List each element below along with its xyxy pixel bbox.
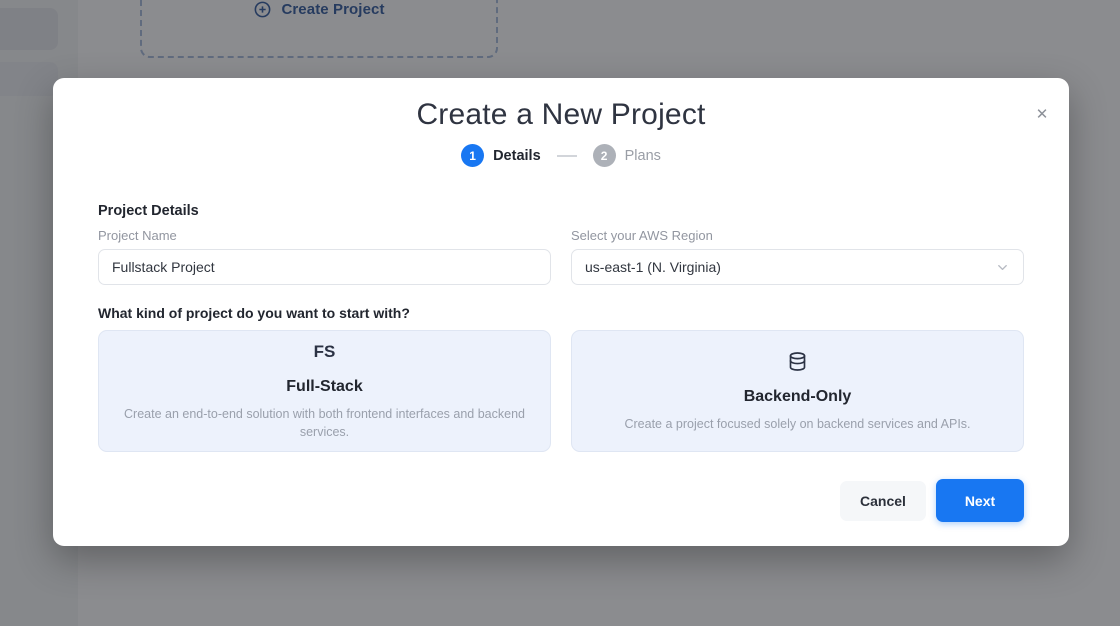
step-2-label: Plans [625,148,661,164]
field-grid: Project Name Select your AWS Region us-e… [98,228,1024,285]
cancel-button[interactable]: Cancel [840,481,926,521]
step-plans[interactable]: 2 Plans [593,144,661,167]
fullstack-card-title: Full-Stack [286,378,362,396]
fullstack-card-description: Create an end-to-end solution with both … [115,405,534,441]
aws-region-select[interactable]: us-east-1 (N. Virginia) [571,249,1024,285]
backend-card-icon [787,348,808,374]
create-project-modal: ✕ Create a New Project 1 Details 2 Plans… [53,78,1069,546]
aws-region-label: Select your AWS Region [571,228,1024,243]
step-2-number: 2 [593,144,616,167]
step-indicator: 1 Details 2 Plans [98,144,1024,167]
project-type-card-backend[interactable]: Backend-Only Create a project focused so… [571,330,1024,452]
modal-footer: Cancel Next [840,479,1024,522]
project-name-input[interactable] [98,249,551,285]
fullstack-text-icon: FS [314,341,336,364]
chevron-down-icon [995,260,1010,275]
field-aws-region: Select your AWS Region us-east-1 (N. Vir… [571,228,1024,285]
project-type-card-fullstack[interactable]: FS Full-Stack Create an end-to-end solut… [98,330,551,452]
section-title-project-details: Project Details [98,203,1024,219]
project-type-cards: FS Full-Stack Create an end-to-end solut… [98,330,1024,452]
next-button[interactable]: Next [936,479,1024,522]
close-icon[interactable]: ✕ [1029,102,1055,128]
backend-card-title: Backend-Only [744,388,852,406]
step-1-label: Details [493,148,541,164]
project-name-label: Project Name [98,228,551,243]
project-type-question: What kind of project do you want to star… [98,305,1024,321]
field-project-name: Project Name [98,228,551,285]
database-icon [787,351,808,372]
step-1-number: 1 [461,144,484,167]
aws-region-value: us-east-1 (N. Virginia) [585,259,721,275]
backend-card-description: Create a project focused solely on backe… [624,415,970,433]
modal-title: Create a New Project [98,78,1024,132]
step-separator [557,155,577,157]
step-details[interactable]: 1 Details [461,144,541,167]
